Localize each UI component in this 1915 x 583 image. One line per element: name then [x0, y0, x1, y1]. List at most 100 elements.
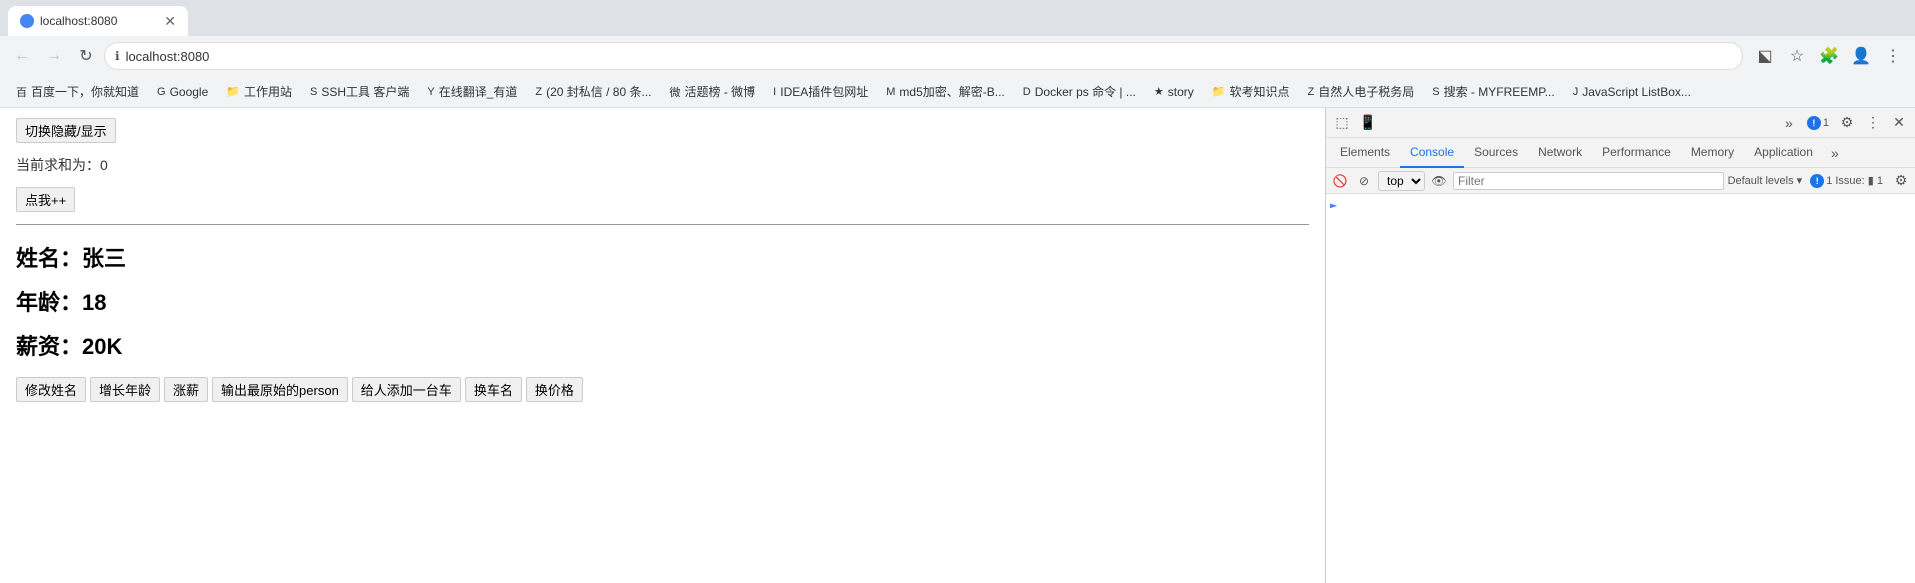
reload-button[interactable]: ↻ — [72, 42, 100, 70]
devtools-close-button[interactable]: ✕ — [1887, 111, 1911, 135]
modify-name-button[interactable]: 修改姓名 — [16, 377, 86, 402]
devtools-tabs: Elements Console Sources Network Perform… — [1326, 138, 1915, 168]
bookmark-label: 软考知识点 — [1229, 83, 1289, 100]
browser-tab[interactable]: localhost:8080 ✕ — [8, 6, 188, 36]
browser-toolbar-icons: ⬕ ☆ 🧩 👤 ⋮ — [1751, 42, 1907, 70]
console-filter-input[interactable] — [1453, 172, 1724, 190]
tab-console[interactable]: Console — [1400, 138, 1464, 168]
bookmark-icon: D — [1023, 86, 1031, 98]
divider — [16, 224, 1309, 225]
back-button[interactable]: ← — [8, 42, 36, 70]
bookmark-google[interactable]: G Google — [149, 82, 216, 102]
bookmark-docker[interactable]: D Docker ps 命令 | ... — [1015, 80, 1144, 103]
tab-performance[interactable]: Performance — [1592, 138, 1681, 168]
increase-age-button[interactable]: 增长年龄 — [90, 377, 160, 402]
extensions-button[interactable]: 🧩 — [1815, 42, 1843, 70]
change-price-button[interactable]: 换价格 — [526, 377, 583, 402]
action-buttons: 修改姓名 增长年龄 涨薪 输出最原始的person 给人添加一台车 换车名 换价… — [16, 377, 1309, 402]
bookmark-zhihu[interactable]: Z (20 封私信 / 80 条... — [527, 80, 659, 103]
bookmark-ssh[interactable]: S SSH工具 客户端 — [302, 80, 417, 103]
devtools-device-button[interactable]: 📱 — [1356, 111, 1380, 135]
forward-button[interactable]: → — [40, 42, 68, 70]
console-issue-badge: ! 1 Issue: ▮ 1 — [1806, 174, 1887, 188]
raise-salary-button[interactable]: 涨薪 — [164, 377, 208, 402]
add-car-button[interactable]: 给人添加一台车 — [352, 377, 461, 402]
bookmark-story[interactable]: ★ story — [1146, 82, 1202, 102]
change-car-name-button[interactable]: 换车名 — [465, 377, 522, 402]
tab-sources[interactable]: Sources — [1464, 138, 1528, 168]
tab-memory[interactable]: Memory — [1681, 138, 1744, 168]
bookmark-label: SSH工具 客户端 — [321, 83, 409, 100]
console-eye-button[interactable]: 👁 — [1429, 171, 1449, 191]
tab-close-button[interactable]: ✕ — [164, 13, 176, 30]
page-content: 切换隐藏/显示 当前求和为：0 点我++ 姓名：张三 年龄：18 薪资：20K … — [0, 108, 1325, 583]
bookmark-label: 百度一下，你就知道 — [31, 83, 139, 100]
more-button[interactable]: ⋮ — [1879, 42, 1907, 70]
bookmark-label: 自然人电子税务局 — [1318, 83, 1414, 100]
bookmark-label: IDEA插件包网址 — [780, 83, 868, 100]
devtools-settings-button[interactable]: ⚙ — [1835, 111, 1859, 135]
increment-btn-row: 点我++ — [16, 187, 1309, 212]
bookmark-tax[interactable]: Z 自然人电子税务局 — [1299, 80, 1422, 103]
bookmark-youdao[interactable]: Y 在线翻译_有道 — [419, 80, 525, 103]
sum-display: 当前求和为：0 — [16, 155, 1309, 175]
toggle-btn-row: 切换隐藏/显示 — [16, 118, 1309, 143]
bookmark-icon: J — [1573, 86, 1579, 98]
bookmark-label: 工作用站 — [244, 83, 292, 100]
devtools-panel: ⬚ 📱 » ! 1 ⚙ ⋮ ✕ Elements Console Sources — [1325, 108, 1915, 583]
console-context-select[interactable]: top — [1378, 171, 1425, 191]
tab-application[interactable]: Application — [1744, 138, 1823, 168]
bookmark-label: 活题榜 - 微博 — [685, 83, 756, 100]
console-toolbar: 🚫 ⊘ top 👁 Default levels ▾ ! 1 Issue: ▮ … — [1326, 168, 1915, 194]
console-clear-button[interactable]: 🚫 — [1330, 171, 1350, 191]
bookmark-weibo[interactable]: 微 活题榜 - 微博 — [662, 80, 764, 103]
address-bar: ← → ↻ ℹ localhost:8080 ⬕ ☆ 🧩 👤 ⋮ — [0, 36, 1915, 76]
increment-button[interactable]: 点我++ — [16, 187, 75, 212]
devtools-more-button[interactable]: ⋮ — [1861, 111, 1885, 135]
console-filter-button[interactable]: ⊘ — [1354, 171, 1374, 191]
bookmark-button[interactable]: ☆ — [1783, 42, 1811, 70]
bookmark-jslistbox[interactable]: J JavaScript ListBox... — [1565, 82, 1699, 102]
tab-favicon — [20, 14, 34, 28]
person-age: 年龄：18 — [16, 285, 1309, 317]
salary-label: 薪资： — [16, 334, 82, 359]
name-label: 姓名： — [16, 246, 82, 271]
url-bar[interactable]: ℹ localhost:8080 — [104, 42, 1743, 70]
url-text: localhost:8080 — [126, 49, 1732, 64]
main-area: 切换隐藏/显示 当前求和为：0 点我++ 姓名：张三 年龄：18 薪资：20K … — [0, 108, 1915, 583]
age-value: 18 — [82, 290, 106, 315]
log-levels-label[interactable]: Default levels ▾ — [1728, 174, 1803, 187]
bookmark-label: (20 封私信 / 80 条... — [546, 83, 651, 100]
sum-label: 当前求和为： — [16, 157, 100, 173]
bookmark-idea[interactable]: I IDEA插件包网址 — [765, 80, 876, 103]
bookmark-label: story — [1168, 85, 1194, 99]
devtools-inspect-button[interactable]: ⬚ — [1330, 111, 1354, 135]
bookmarks-bar: 百 百度一下，你就知道 G Google 📁 工作用站 S SSH工具 客户端 … — [0, 76, 1915, 108]
bookmark-myfreemp[interactable]: S 搜索 - MYFREEMP... — [1424, 80, 1562, 103]
bookmark-work[interactable]: 📁 工作用站 — [218, 80, 300, 103]
bookmark-icon: Z — [1307, 86, 1314, 98]
devtools-more-tabs-button[interactable]: » — [1777, 111, 1801, 135]
tab-elements[interactable]: Elements — [1330, 138, 1400, 168]
bookmark-label: Google — [170, 85, 209, 99]
bookmark-icon: G — [157, 86, 166, 98]
bookmark-md5[interactable]: M md5加密、解密-B... — [878, 80, 1013, 103]
bookmark-icon: 百 — [16, 84, 27, 100]
tab-network[interactable]: Network — [1528, 138, 1592, 168]
bookmark-icon: 📁 — [1212, 85, 1226, 98]
bookmark-label: 搜索 - MYFREEMP... — [1444, 83, 1555, 100]
bookmark-baidu[interactable]: 百 百度一下，你就知道 — [8, 80, 147, 103]
bookmark-icon: ★ — [1154, 85, 1164, 98]
bookmark-icon: 微 — [670, 84, 681, 100]
console-settings-button[interactable]: ⚙ — [1891, 171, 1911, 191]
profile-button[interactable]: 👤 — [1847, 42, 1875, 70]
bookmark-ruankao[interactable]: 📁 软考知识点 — [1204, 80, 1298, 103]
output-person-button[interactable]: 输出最原始的person — [212, 377, 348, 402]
devtools-tabs-more-button[interactable]: » — [1823, 141, 1847, 165]
age-label: 年龄： — [16, 290, 82, 315]
toggle-visibility-button[interactable]: 切换隐藏/显示 — [16, 118, 116, 143]
name-value: 张三 — [82, 246, 126, 271]
tab-title: localhost:8080 — [40, 14, 158, 28]
cast-button[interactable]: ⬕ — [1751, 42, 1779, 70]
bookmark-label: Docker ps 命令 | ... — [1035, 83, 1136, 100]
